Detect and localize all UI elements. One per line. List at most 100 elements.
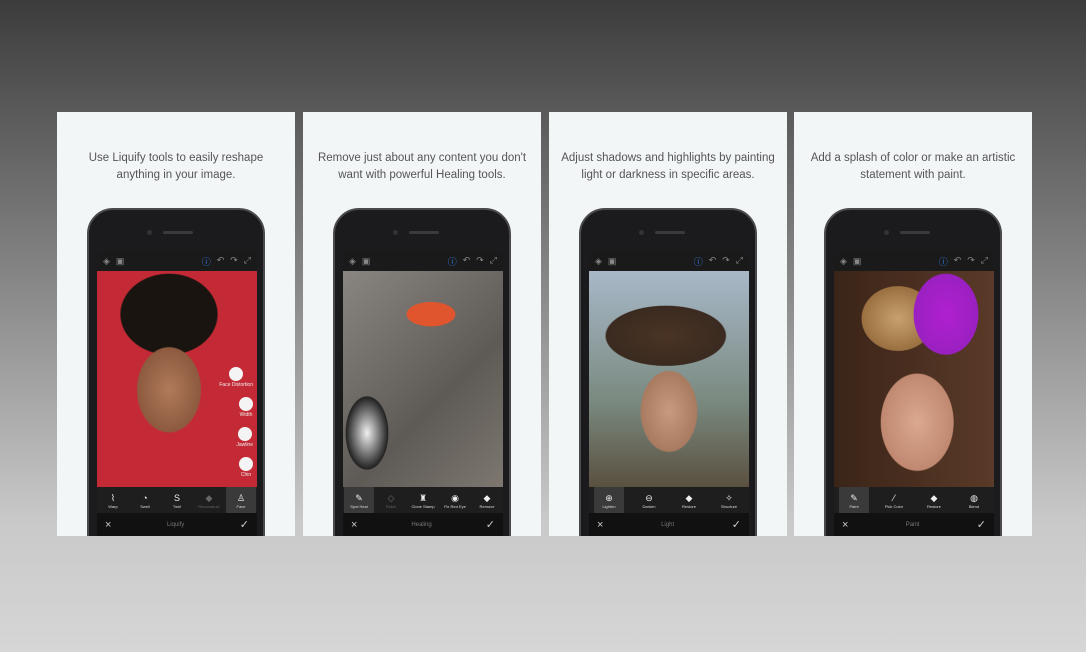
tool-restore[interactable]: ◆ Restore: [674, 487, 704, 513]
tool-label: Paint: [849, 503, 859, 509]
tool-darken[interactable]: ⊖ Darken: [634, 487, 664, 513]
cancel-icon[interactable]: ×: [105, 519, 111, 531]
photo-canvas[interactable]: [834, 271, 994, 487]
bottom-bar: × Healing ✓: [343, 513, 503, 536]
info-icon[interactable]: ⓘ: [202, 255, 211, 268]
mode-title: Light: [661, 521, 675, 528]
tool-reconstruct[interactable]: ◆ Reconstruct: [194, 487, 224, 513]
app-screen: ◈ ▣ ⓘ ↶ ↷ ⤢ ✎ Spot Heal ◇ Patch ♜ Clone Stamp ◉ Fix …: [343, 252, 503, 536]
tool-warp[interactable]: ⌇ Warp: [98, 487, 128, 513]
tool-pick-color[interactable]: ⁄ Pick Color: [879, 487, 909, 513]
layers-icon[interactable]: ◈: [840, 256, 847, 267]
confirm-icon[interactable]: ✓: [486, 518, 495, 531]
info-icon[interactable]: ⓘ: [694, 255, 703, 268]
undo-icon[interactable]: ↶: [217, 255, 225, 268]
app-screen: ◈ ▣ ⓘ ↶ ↷ ⤢ ⊕ Lighten ⊖ Darken ◆ Restore ✧ Structure…: [589, 252, 749, 536]
tool-label: Remove: [479, 503, 495, 509]
face-option-label: Jawline: [236, 442, 253, 448]
caption: Add a splash of color or make an artisti…: [810, 152, 1016, 181]
image-icon[interactable]: ▣: [116, 256, 125, 267]
speaker: [163, 231, 193, 234]
patch-icon: ◇: [387, 492, 395, 503]
tool-paint[interactable]: ✎ Paint: [839, 487, 869, 513]
tool-fix-red-eye[interactable]: ◉ Fix Red Eye: [440, 487, 470, 513]
bottom-bar: × Liquify ✓: [97, 513, 257, 536]
photo-canvas[interactable]: Face Distortion Width Jawline Chin: [97, 271, 257, 487]
info-icon[interactable]: ⓘ: [939, 255, 948, 268]
tool-lighten[interactable]: ⊕ Lighten: [594, 487, 624, 513]
cancel-icon[interactable]: ×: [597, 519, 603, 531]
face-option[interactable]: Chin: [239, 457, 253, 478]
tool-restore[interactable]: ◆ Restore: [919, 487, 949, 513]
tool-clone-stamp[interactable]: ♜ Clone Stamp: [408, 487, 438, 513]
tool-label: Reconstruct: [198, 503, 220, 509]
image-icon[interactable]: ▣: [362, 256, 371, 267]
tool-label: Patch: [385, 503, 397, 509]
tool-structure[interactable]: ✧ Structure: [714, 487, 744, 513]
speaker: [409, 231, 439, 234]
warp-icon: ⌇: [110, 492, 116, 503]
tool-spot-heal[interactable]: ✎ Spot Heal: [344, 487, 374, 513]
face-option[interactable]: Width: [239, 397, 253, 418]
eraser-icon: ◆: [930, 492, 938, 503]
darken-icon: ⊖: [645, 492, 653, 503]
cancel-icon[interactable]: ×: [842, 519, 848, 531]
expand-icon[interactable]: ⤢: [244, 255, 251, 268]
info-icon[interactable]: ⓘ: [448, 255, 457, 268]
redo-icon[interactable]: ↷: [230, 255, 238, 268]
top-toolbar: ◈ ▣ ⓘ ↶ ↷ ⤢: [834, 252, 994, 271]
image-icon[interactable]: ▣: [608, 256, 617, 267]
tool-bar: ⊕ Lighten ⊖ Darken ◆ Restore ✧ Structure: [589, 487, 749, 513]
tool-swell[interactable]: ◔ Swell: [130, 487, 160, 513]
face-option-label: Width: [239, 412, 253, 418]
tool-blend[interactable]: ◍ Blend: [959, 487, 989, 513]
top-toolbar: ◈ ▣ ⓘ ↶ ↷ ⤢: [343, 252, 503, 271]
face-option-icon: [237, 427, 252, 441]
tool-label: Spot Heal: [350, 503, 368, 509]
tool-label: Twirl: [172, 503, 182, 509]
tool-label: Restore: [681, 503, 696, 509]
eraser-icon: ◆: [685, 492, 693, 503]
tool-label: Darken: [642, 503, 656, 509]
tool-bar: ✎ Paint ⁄ Pick Color ◆ Restore ◍ Blend: [834, 487, 994, 513]
phone-mockup: ◈ ▣ ⓘ ↶ ↷ ⤢ ✎ Spot Heal ◇ Patch ♜ Clone Stamp ◉ Fix …: [333, 208, 511, 536]
photo-canvas[interactable]: [343, 271, 503, 487]
camera: [147, 230, 152, 235]
camera: [884, 230, 889, 235]
layers-icon[interactable]: ◈: [595, 256, 602, 267]
photo-canvas[interactable]: [589, 271, 749, 487]
undo-icon[interactable]: ↶: [954, 255, 962, 268]
screenshot-panel-light: Adjust shadows and highlights by paintin…: [549, 112, 787, 536]
tool-patch[interactable]: ◇ Patch: [376, 487, 406, 513]
bottom-bar: × Light ✓: [589, 513, 749, 536]
layers-icon[interactable]: ◈: [103, 256, 110, 267]
tool-label: Fix Red Eye: [444, 503, 466, 509]
confirm-icon[interactable]: ✓: [240, 518, 249, 531]
expand-icon[interactable]: ⤢: [981, 255, 988, 268]
tool-label: Pick Color: [884, 503, 904, 509]
image-icon[interactable]: ▣: [853, 256, 862, 267]
layers-icon[interactable]: ◈: [349, 256, 356, 267]
redo-icon[interactable]: ↷: [967, 255, 975, 268]
face-option[interactable]: Jawline: [236, 427, 253, 448]
undo-icon[interactable]: ↶: [463, 255, 471, 268]
confirm-icon[interactable]: ✓: [977, 518, 986, 531]
expand-icon[interactable]: ⤢: [736, 255, 743, 268]
redo-icon[interactable]: ↷: [722, 255, 730, 268]
blend-icon: ◍: [970, 492, 978, 503]
tool-twirl[interactable]: S Twirl: [162, 487, 192, 513]
undo-icon[interactable]: ↶: [709, 255, 717, 268]
app-screen: ◈ ▣ ⓘ ↶ ↷ ⤢ Face Distortion Width Jawline Chin ⌇…: [97, 252, 257, 536]
cancel-icon[interactable]: ×: [351, 519, 357, 531]
twirl-icon: S: [173, 492, 180, 503]
face-option[interactable]: Face Distortion: [219, 367, 253, 388]
brush-icon: ✎: [850, 492, 858, 503]
mode-title: Healing: [411, 521, 432, 528]
redo-icon[interactable]: ↷: [476, 255, 484, 268]
tool-face[interactable]: ♙ Face: [226, 487, 256, 513]
phone-mockup: ◈ ▣ ⓘ ↶ ↷ ⤢ ✎ Paint ⁄ Pick Color ◆ Restore ◍ Blend ×…: [824, 208, 1002, 536]
expand-icon[interactable]: ⤢: [490, 255, 497, 268]
tool-label: Swell: [140, 503, 150, 509]
confirm-icon[interactable]: ✓: [732, 518, 741, 531]
tool-remove[interactable]: ◆ Remove: [472, 487, 502, 513]
